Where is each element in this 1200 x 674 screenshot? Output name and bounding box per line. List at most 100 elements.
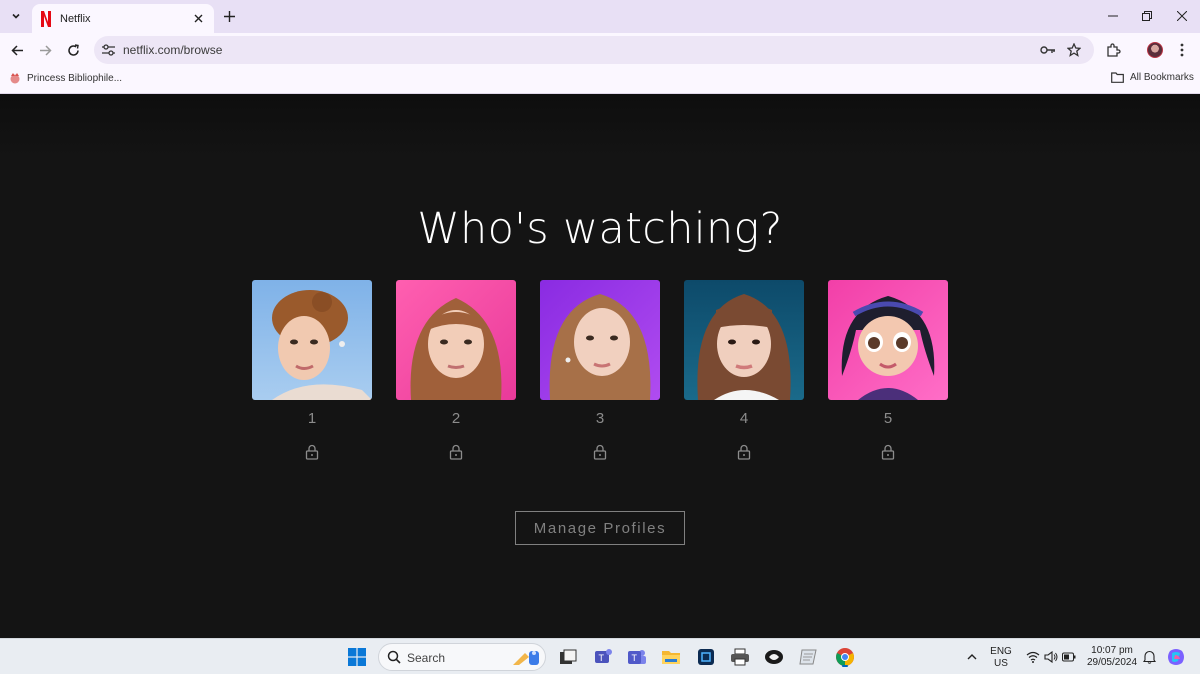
bookmark-star-icon[interactable] [1066,42,1082,58]
bell-icon [1142,650,1156,664]
browser-menu-button[interactable] [1170,38,1194,62]
tab-netflix[interactable]: Netflix [32,4,214,33]
search-label: Search [407,651,446,665]
url-text: netflix.com/browse [123,43,223,57]
folder-icon [662,651,680,664]
clock[interactable]: 10:07 pm 29/05/2024 [1082,645,1142,669]
browser-toolbar: netflix.com/browse [0,33,1200,67]
more-vert-icon [1180,43,1184,57]
profile-avatar-3[interactable] [540,280,660,400]
lock-icon [881,444,895,460]
profile-avatar-1[interactable] [252,280,372,400]
chevron-down-icon [12,13,20,19]
profile-card-3[interactable]: 3 [540,280,660,465]
folder-icon [1111,72,1124,83]
netflix-logo-icon [41,10,51,27]
search-icon [387,650,401,664]
manage-profiles-button[interactable]: Manage Profiles [515,511,685,545]
notifications-button[interactable] [1137,645,1161,669]
taskbar-app-blue[interactable] [694,645,718,669]
taskbar-teams-personal[interactable]: T [591,645,615,669]
reload-icon [67,43,79,56]
taskbar-app-black[interactable] [762,645,786,669]
taskbar-file-explorer[interactable] [659,645,683,669]
close-icon [1177,11,1187,21]
wifi-icon [1026,651,1040,663]
clock-date: 29/05/2024 [1086,657,1138,668]
all-bookmarks-label: All Bookmarks [1130,72,1194,83]
extensions-button[interactable] [1101,38,1125,62]
profile-button[interactable] [1143,38,1167,62]
back-button[interactable] [5,38,29,62]
taskbar-search[interactable]: Search [378,643,546,671]
taskbar-teams[interactable]: T [625,645,649,669]
taskbar-printer-app[interactable] [728,645,752,669]
reload-button[interactable] [61,38,85,62]
taskbar-chrome[interactable] [831,645,859,669]
search-highlight-icon [513,651,539,665]
svg-text:T: T [599,653,605,663]
profile-avatar-5[interactable] [828,280,948,400]
bookmark-favicon-icon [9,72,21,84]
bookmark-label: Princess Bibliophile... [27,72,123,84]
svg-text:T: T [632,653,638,663]
battery-icon [1062,652,1076,662]
lock-icon [449,444,463,460]
bookmark-princess-bibliophile[interactable]: Princess Bibliophile... [9,72,122,84]
tab-strip: Netflix [0,0,1200,33]
tab-search-button[interactable] [6,6,26,26]
minimize-button[interactable] [1103,6,1123,26]
profile-name-1: 1 [307,410,317,427]
profile-card-4[interactable]: 4 [684,280,804,465]
profile-avatar-4[interactable] [684,280,804,400]
start-button[interactable] [345,645,369,669]
bookmarks-bar: Princess Bibliophile... All Bookmarks [0,67,1200,94]
app-icon [698,649,714,665]
tab-title: Netflix [60,12,91,25]
notes-icon [799,649,817,665]
chevron-up-icon [967,654,977,660]
all-bookmarks-button[interactable]: All Bookmarks [1111,72,1194,83]
app-icon [765,650,783,664]
printer-icon [731,648,749,666]
battery-status[interactable] [1057,645,1081,669]
taskbar-app-notes[interactable] [797,645,821,669]
password-key-icon[interactable] [1040,42,1056,58]
new-tab-button[interactable] [220,7,238,25]
minimize-icon [1108,15,1118,17]
profile-card-2[interactable]: 2 [396,280,516,465]
window-close-button[interactable] [1172,6,1192,26]
task-view-button[interactable] [556,645,580,669]
lock-icon [305,444,319,460]
active-indicator [842,665,848,667]
language-indicator[interactable]: ENG US [988,646,1014,670]
profile-name-3: 3 [595,410,605,427]
copilot-icon [1168,649,1184,665]
plus-icon [223,10,235,22]
chrome-icon [836,648,854,666]
arrow-right-icon [39,44,52,56]
windows-logo-icon [348,648,366,666]
lock-icon [737,444,751,460]
profile-name-4: 4 [739,410,749,427]
language-code: ENG [990,646,1012,657]
profile-card-5[interactable]: 5 [828,280,948,465]
site-settings-icon[interactable] [100,42,116,58]
page-title: Who's watching? [417,204,783,254]
profile-name-2: 2 [451,410,461,427]
profile-avatar-2[interactable] [396,280,516,400]
task-view-icon [560,649,577,664]
netflix-page: Who's watching? 1 2 3 4 5 Manage Profile… [0,94,1200,638]
lock-icon [593,444,607,460]
close-icon[interactable] [190,11,206,27]
profile-name-5: 5 [883,410,893,427]
restore-button[interactable] [1137,6,1157,26]
language-region: US [994,658,1008,669]
avatar [1147,42,1163,58]
forward-button[interactable] [33,38,57,62]
clock-time: 10:07 pm [1091,645,1133,656]
show-hidden-icons-button[interactable] [960,645,984,669]
address-bar[interactable]: netflix.com/browse [94,36,1094,64]
profile-card-1[interactable]: 1 [252,280,372,465]
copilot-button[interactable] [1164,645,1188,669]
